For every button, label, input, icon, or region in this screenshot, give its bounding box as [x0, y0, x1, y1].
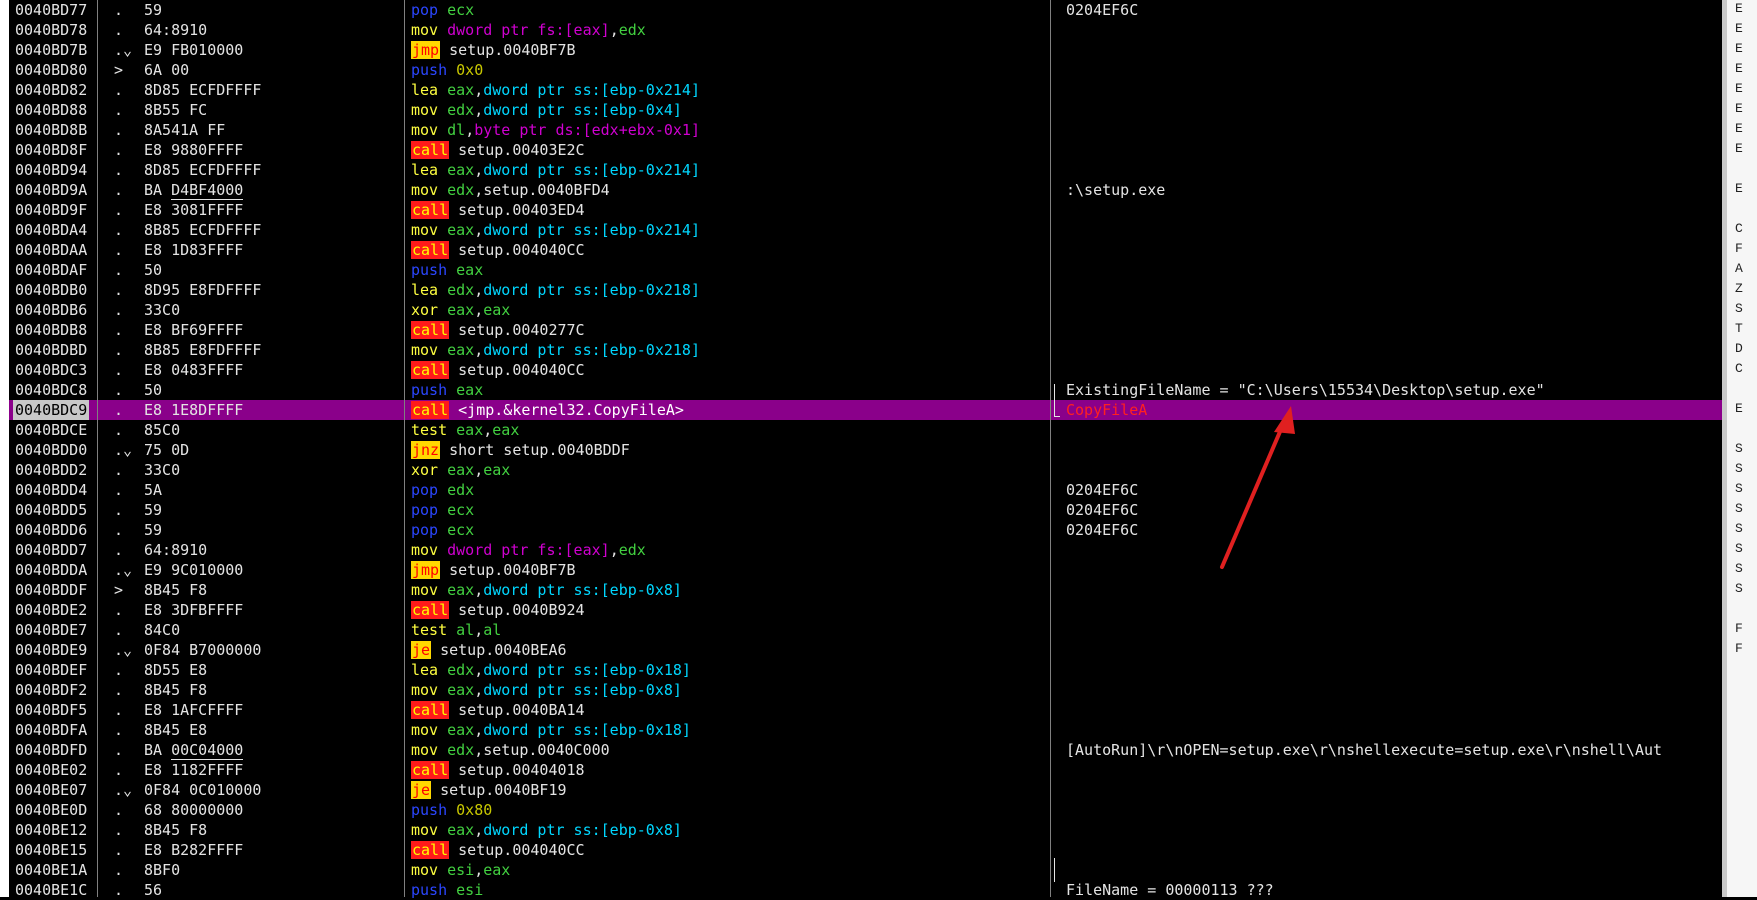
- argument-bracket: [1054, 858, 1060, 882]
- annotation-arrow: [1220, 406, 1295, 569]
- argument-bracket: [1054, 384, 1060, 417]
